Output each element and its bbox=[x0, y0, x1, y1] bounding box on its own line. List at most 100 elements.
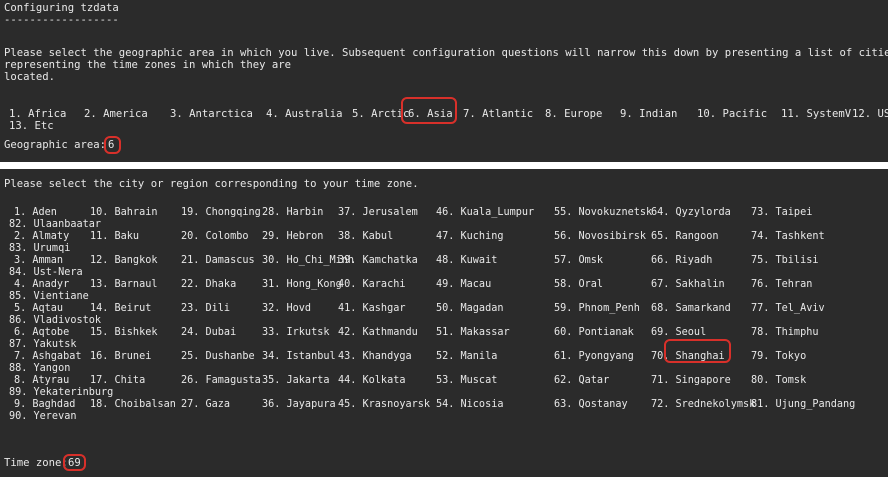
city-option[interactable]: 9. Baghdad bbox=[14, 399, 75, 411]
city-option[interactable]: 34. Istanbul bbox=[262, 351, 336, 363]
city-option[interactable]: 55. Novokuznetsk bbox=[554, 207, 652, 219]
city-option[interactable]: 85. Vientiane bbox=[9, 291, 89, 303]
city-option[interactable]: 27. Gaza bbox=[181, 399, 230, 411]
city-option[interactable]: 51. Makassar bbox=[436, 327, 510, 339]
city-option[interactable]: 89. Yekaterinburg bbox=[9, 387, 113, 399]
city-option[interactable]: 29. Hebron bbox=[262, 231, 323, 243]
city-option[interactable]: 24. Dubai bbox=[181, 327, 236, 339]
area-option-atlantic[interactable]: 7. Atlantic bbox=[463, 108, 533, 120]
city-option[interactable]: 62. Qatar bbox=[554, 375, 609, 387]
city-option[interactable]: 7. Ashgabat bbox=[14, 351, 81, 363]
city-option[interactable]: 74. Tashkent bbox=[751, 231, 825, 243]
city-option[interactable]: 44. Kolkata bbox=[338, 375, 405, 387]
area-option-australia[interactable]: 4. Australia bbox=[266, 108, 343, 120]
area-option-systemv[interactable]: 11. SystemV bbox=[781, 108, 851, 120]
city-option[interactable]: 25. Dushanbe bbox=[181, 351, 255, 363]
city-option[interactable]: 45. Krasnoyarsk bbox=[338, 399, 430, 411]
city-option[interactable]: 69. Seoul bbox=[651, 327, 706, 339]
city-option[interactable]: 19. Chongqing bbox=[181, 207, 261, 219]
city-option[interactable]: 21. Damascus bbox=[181, 255, 255, 267]
area-option-pacific[interactable]: 10. Pacific bbox=[697, 108, 767, 120]
city-option[interactable]: 14. Beirut bbox=[90, 303, 151, 315]
city-option[interactable]: 28. Harbin bbox=[262, 207, 323, 219]
city-option[interactable]: 22. Dhaka bbox=[181, 279, 236, 291]
city-option[interactable]: 77. Tel_Aviv bbox=[751, 303, 825, 315]
city-option[interactable]: 11. Baku bbox=[90, 231, 139, 243]
city-option[interactable]: 17. Chita bbox=[90, 375, 145, 387]
city-option[interactable]: 79. Tokyo bbox=[751, 351, 806, 363]
city-option[interactable]: 33. Irkutsk bbox=[262, 327, 329, 339]
city-option[interactable]: 52. Manila bbox=[436, 351, 497, 363]
city-option[interactable]: 66. Riyadh bbox=[651, 255, 712, 267]
city-option[interactable]: 61. Pyongyang bbox=[554, 351, 634, 363]
area-option-us[interactable]: 12. US bbox=[852, 108, 888, 120]
city-option[interactable]: 73. Taipei bbox=[751, 207, 812, 219]
area-option-america[interactable]: 2. America bbox=[84, 108, 148, 120]
city-option[interactable]: 58. Oral bbox=[554, 279, 603, 291]
area-option-indian[interactable]: 9. Indian bbox=[620, 108, 677, 120]
city-option[interactable]: 71. Singapore bbox=[651, 375, 731, 387]
city-option[interactable]: 16. Brunei bbox=[90, 351, 151, 363]
city-option[interactable]: 72. Srednekolymsk bbox=[651, 399, 755, 411]
city-option[interactable]: 87. Yakutsk bbox=[9, 339, 76, 351]
city-option[interactable]: 18. Choibalsan bbox=[90, 399, 176, 411]
city-option[interactable]: 50. Magadan bbox=[436, 303, 503, 315]
city-option[interactable]: 31. Hong_Kong bbox=[262, 279, 342, 291]
city-option[interactable]: 49. Macau bbox=[436, 279, 491, 291]
city-option[interactable]: 42. Kathmandu bbox=[338, 327, 418, 339]
city-option[interactable]: 65. Rangoon bbox=[651, 231, 718, 243]
city-option[interactable]: 47. Kuching bbox=[436, 231, 503, 243]
city-option[interactable]: 83. Urumqi bbox=[9, 243, 70, 255]
city-option[interactable]: 63. Qostanay bbox=[554, 399, 628, 411]
city-option[interactable]: 68. Samarkand bbox=[651, 303, 731, 315]
city-option[interactable]: 78. Thimphu bbox=[751, 327, 818, 339]
city-option[interactable]: 59. Phnom_Penh bbox=[554, 303, 640, 315]
city-option[interactable]: 80. Tomsk bbox=[751, 375, 806, 387]
city-option[interactable]: 57. Omsk bbox=[554, 255, 603, 267]
city-option[interactable]: 76. Tehran bbox=[751, 279, 812, 291]
city-option[interactable]: 10. Bahrain bbox=[90, 207, 157, 219]
city-option[interactable]: 56. Novosibirsk bbox=[554, 231, 646, 243]
city-option[interactable]: 41. Kashgar bbox=[338, 303, 405, 315]
city-option[interactable]: 39. Kamchatka bbox=[338, 255, 418, 267]
city-option[interactable]: 8. Atyrau bbox=[14, 375, 69, 387]
city-option[interactable]: 6. Aqtobe bbox=[14, 327, 69, 339]
city-option[interactable]: 23. Dili bbox=[181, 303, 230, 315]
city-option[interactable]: 43. Khandyga bbox=[338, 351, 412, 363]
city-option[interactable]: 12. Bangkok bbox=[90, 255, 157, 267]
city-option[interactable]: 5. Aqtau bbox=[14, 303, 63, 315]
city-option[interactable]: 53. Muscat bbox=[436, 375, 497, 387]
city-option[interactable]: 20. Colombo bbox=[181, 231, 248, 243]
city-option[interactable]: 40. Karachi bbox=[338, 279, 405, 291]
city-option[interactable]: 60. Pontianak bbox=[554, 327, 634, 339]
city-option[interactable]: 36. Jayapura bbox=[262, 399, 336, 411]
city-option[interactable]: 46. Kuala_Lumpur bbox=[436, 207, 534, 219]
city-option[interactable]: 35. Jakarta bbox=[262, 375, 329, 387]
city-option[interactable]: 26. Famagusta bbox=[181, 375, 261, 387]
city-option[interactable]: 84. Ust-Nera bbox=[9, 267, 83, 279]
city-option[interactable]: 37. Jerusalem bbox=[338, 207, 418, 219]
city-option[interactable]: 54. Nicosia bbox=[436, 399, 503, 411]
city-option[interactable]: 1. Aden bbox=[14, 207, 57, 219]
city-option[interactable]: 86. Vladivostok bbox=[9, 315, 101, 327]
area-option-antarctica[interactable]: 3. Antarctica bbox=[170, 108, 253, 120]
city-option[interactable]: 38. Kabul bbox=[338, 231, 393, 243]
city-option[interactable]: 90. Yerevan bbox=[9, 411, 76, 423]
city-option[interactable]: 13. Barnaul bbox=[90, 279, 157, 291]
city-option[interactable]: 15. Bishkek bbox=[90, 327, 157, 339]
city-option[interactable]: 75. Tbilisi bbox=[751, 255, 818, 267]
city-option[interactable]: 88. Yangon bbox=[9, 363, 70, 375]
area-option-africa[interactable]: 1. Africa bbox=[9, 108, 66, 120]
city-option[interactable]: 2. Almaty bbox=[14, 231, 69, 243]
city-option[interactable]: 82. Ulaanbaatar bbox=[9, 219, 101, 231]
city-option[interactable]: 48. Kuwait bbox=[436, 255, 497, 267]
city-option[interactable]: 32. Hovd bbox=[262, 303, 311, 315]
city-option[interactable]: 64. Qyzylorda bbox=[651, 207, 731, 219]
city-option[interactable]: 81. Ujung_Pandang bbox=[751, 399, 855, 411]
area-option-etc[interactable]: 13. Etc bbox=[9, 120, 54, 132]
city-option[interactable]: 3. Amman bbox=[14, 255, 63, 267]
city-option[interactable]: 67. Sakhalin bbox=[651, 279, 725, 291]
area-option-name: America bbox=[103, 108, 148, 120]
area-option-europe[interactable]: 8. Europe bbox=[545, 108, 602, 120]
city-option[interactable]: 4. Anadyr bbox=[14, 279, 69, 291]
